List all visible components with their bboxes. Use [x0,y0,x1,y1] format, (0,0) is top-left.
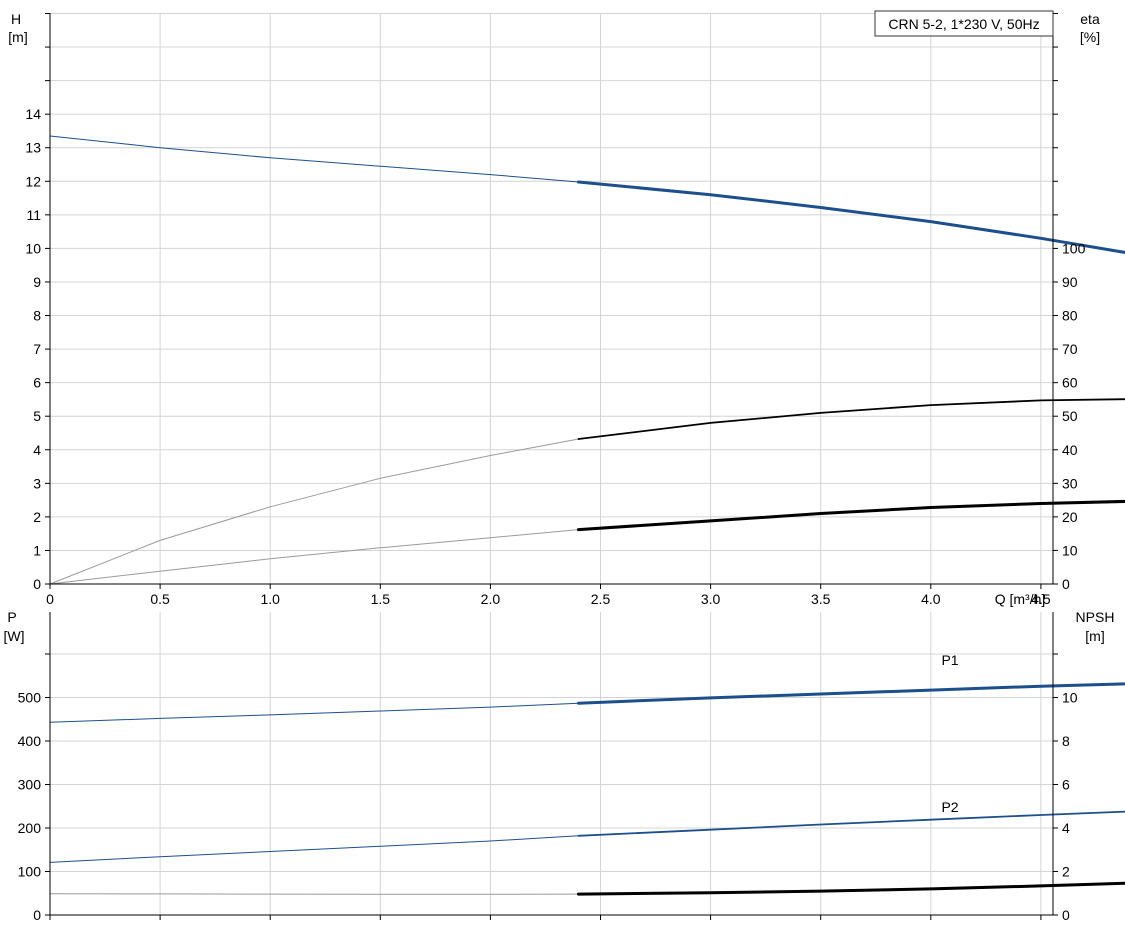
series-P1-line [577,682,1125,705]
left-tick-label: 12 [25,173,41,189]
left-tick-label: 500 [18,690,42,706]
right-tick-label: 10 [1062,690,1078,706]
right-tick-label: 0 [1062,907,1070,923]
legend-text: CRN 5-2, 1*230 V, 50Hz [888,16,1039,32]
top-panel-axes: 0123456789101112131401020304050607080901… [25,13,1086,607]
bottom-right-axis-label-2: [m] [1085,628,1104,644]
left-tick-label: 3 [33,475,41,491]
top-left-axis-label-2: [m] [8,29,27,45]
pump-curve-chart: 0123456789101112131401020304050607080901… [4,10,1125,923]
left-tick-label: 100 [18,864,42,880]
right-tick-label: 2 [1062,864,1070,880]
left-tick-label: 13 [25,140,41,156]
left-tick-label: 1 [33,542,41,558]
left-tick-label: 9 [33,274,41,290]
x-axis-label: Q [m³/h] [995,591,1046,607]
x-tick-label: 0.5 [150,591,170,607]
series-P1-extension [49,702,579,723]
bottom-left-axis-label-2: [W] [4,628,25,644]
left-tick-label: 11 [26,207,41,223]
right-tick-label: 70 [1062,341,1078,357]
series-eta-line [577,398,1125,440]
right-tick-label: 30 [1062,475,1078,491]
bottom-right-axis-label-1: NPSH [1076,609,1115,625]
top-panel-grid [50,13,1053,584]
left-tick-label: 0 [33,576,41,592]
bottom-left-axis-label-1: P [7,609,16,625]
left-tick-label: 14 [25,106,41,122]
x-tick-label: 2.0 [481,591,501,607]
right-tick-label: 0 [1062,576,1070,592]
top-right-axis-label-2: [%] [1080,29,1100,45]
left-tick-label: 400 [18,733,42,749]
series-NPSH-line [577,881,1125,896]
series-label-p1: P1 [941,652,958,668]
left-tick-label: 8 [33,308,41,324]
series-NPSH-eta-line [577,499,1125,532]
right-tick-label: 4 [1062,820,1070,836]
series-NPSH-extension [49,893,579,895]
right-tick-label: 80 [1062,308,1078,324]
bottom-panel-axes: 0 100 200 300 400 500 0 2 4 6 8 10 [18,612,1078,923]
left-tick-label: 200 [18,820,42,836]
x-tick-label: 2.5 [591,591,611,607]
left-tick-label: 5 [33,408,41,424]
x-tick-label: 3.0 [701,591,721,607]
bottom-panel-series [49,682,1125,896]
series-NPSH-eta-extension [49,529,579,585]
series-H-extension [49,135,579,183]
left-tick-label: 10 [25,240,41,256]
left-tick-label: 0 [33,907,41,923]
series-label-p2: P2 [941,799,958,815]
right-tick-label: 20 [1062,509,1078,525]
left-tick-label: 4 [33,442,41,458]
series-P2-line [577,810,1125,837]
x-tick-label: 4.0 [921,591,941,607]
series-P2-extension [49,835,579,863]
bottom-panel-grid [50,612,1053,915]
x-tick-label: 1.0 [260,591,280,607]
series-eta-extension [49,438,579,585]
right-tick-label: 6 [1062,777,1070,793]
x-tick-label: 0 [46,591,54,607]
right-tick-label: 8 [1062,733,1070,749]
left-tick-label: 6 [33,375,41,391]
right-tick-label: 10 [1062,542,1078,558]
right-tick-label: 60 [1062,375,1078,391]
right-tick-label: 50 [1062,408,1078,424]
right-tick-label: 40 [1062,442,1078,458]
x-tick-label: 3.5 [811,591,831,607]
right-tick-label: 90 [1062,274,1078,290]
top-right-axis-label-1: eta [1080,11,1100,27]
right-tick-label: 100 [1062,240,1086,256]
x-tick-label: 1.5 [371,591,391,607]
left-tick-label: 300 [18,777,42,793]
left-tick-label: 7 [33,341,41,357]
top-left-axis-label-1: H [11,11,21,27]
left-tick-label: 2 [33,509,41,525]
